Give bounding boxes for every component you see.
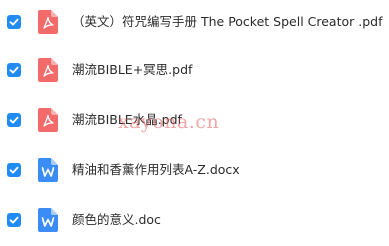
file-row[interactable]: 精油和香薰作用列表A-Z.docx xyxy=(0,148,389,196)
file-name[interactable]: 潮流BIBLE水晶.pdf xyxy=(72,111,182,129)
file-name[interactable]: （英文）符咒编写手册 The Pocket Spell Creator .pdf xyxy=(72,13,383,31)
file-checkbox[interactable] xyxy=(7,213,21,227)
file-name[interactable]: 精油和香薰作用列表A-Z.docx xyxy=(72,161,240,179)
file-row[interactable]: （英文）符咒编写手册 The Pocket Spell Creator .pdf xyxy=(0,0,389,48)
file-name[interactable]: 潮流BIBLE+冥思.pdf xyxy=(72,61,192,79)
check-icon xyxy=(9,166,19,174)
check-icon xyxy=(9,216,19,224)
pdf-file-icon xyxy=(38,108,58,132)
file-row[interactable]: 潮流BIBLE水晶.pdf xyxy=(0,98,389,146)
word-file-icon xyxy=(38,208,58,232)
check-icon xyxy=(9,116,19,124)
file-list: （英文）符咒编写手册 The Pocket Spell Creator .pdf… xyxy=(0,0,389,242)
file-checkbox[interactable] xyxy=(7,63,21,77)
file-checkbox[interactable] xyxy=(7,15,21,29)
file-name[interactable]: 颜色的意义.doc xyxy=(72,211,161,229)
check-icon xyxy=(9,66,19,74)
file-row[interactable]: 潮流BIBLE+冥思.pdf xyxy=(0,48,389,96)
word-file-icon xyxy=(38,158,58,182)
pdf-file-icon xyxy=(38,58,58,82)
check-icon xyxy=(9,18,19,26)
file-row[interactable]: 颜色的意义.doc xyxy=(0,198,389,246)
file-checkbox[interactable] xyxy=(7,163,21,177)
file-checkbox[interactable] xyxy=(7,113,21,127)
pdf-file-icon xyxy=(38,10,58,34)
